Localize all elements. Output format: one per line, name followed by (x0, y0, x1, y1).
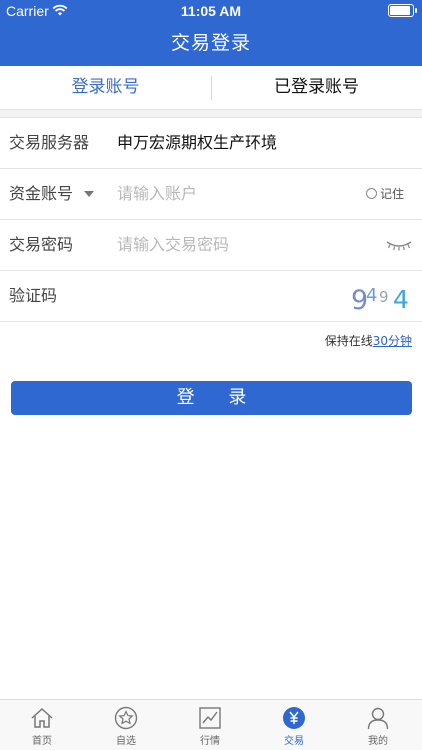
clock: 11:05 AM (180, 3, 242, 19)
captcha-label: 验证码 (9, 286, 58, 305)
account-label: 资金账号 (9, 184, 74, 203)
password-input[interactable] (117, 220, 337, 270)
tabbar-label-trade: 交易 (284, 736, 304, 747)
remember-label: 记住 (380, 187, 405, 201)
star-icon (114, 706, 138, 730)
tabbar-label-market: 行情 (200, 736, 220, 747)
keep-online-label: 保持在线 (324, 334, 373, 348)
tabbar-label-home: 首页 (32, 736, 52, 747)
keep-online: 保持在线30分钟 (325, 332, 412, 349)
status-bar: Carrier 11:05 AM (0, 0, 422, 22)
page-title: 交易登录 (170, 32, 251, 54)
keep-online-duration-link[interactable]: 30分钟 (373, 334, 412, 348)
svg-text:4: 4 (393, 285, 409, 314)
tabbar-item-watchlist[interactable]: 自选 (84, 700, 168, 750)
home-icon (31, 707, 53, 728)
captcha-row: 验证码 9 4 9 4 (0, 271, 422, 322)
tabbar-label-mine: 我的 (368, 736, 388, 747)
account-tabs: 登录账号 已登录账号 (0, 66, 422, 110)
chevron-down-icon[interactable] (84, 191, 94, 197)
server-row[interactable]: 交易服务器 申万宏源期权生产环境 (0, 118, 422, 169)
bottom-tabbar: 首页 自选 行情 交易 我的 (0, 699, 422, 750)
tabbar-item-mine[interactable]: 我的 (336, 700, 420, 750)
password-row: 交易密码 (0, 220, 422, 271)
tabbar-label-watchlist: 自选 (116, 736, 136, 747)
svg-text:4: 4 (366, 285, 377, 306)
captcha-image[interactable]: 9 4 9 4 (350, 277, 414, 317)
password-label: 交易密码 (9, 235, 74, 254)
account-row: 资金账号 记住 (0, 169, 422, 220)
account-input[interactable] (117, 169, 337, 219)
server-label: 交易服务器 (9, 133, 90, 152)
svg-text:9: 9 (379, 288, 389, 306)
section-gap (0, 110, 422, 118)
server-value: 申万宏源期权生产环境 (117, 133, 278, 152)
user-icon (367, 707, 389, 730)
battery-icon (388, 4, 417, 17)
radio-circle-icon (366, 188, 377, 199)
remember-toggle[interactable]: 记住 (366, 169, 404, 219)
header-bar: Carrier 11:05 AM 交易登录 (0, 0, 422, 66)
eye-closed-icon[interactable] (385, 238, 413, 252)
tabbar-item-home[interactable]: 首页 (0, 700, 84, 750)
tab-logged-accounts[interactable]: 已登录账号 (211, 66, 422, 110)
tabbar-item-trade[interactable]: 交易 (252, 700, 336, 750)
yuan-icon (283, 707, 305, 729)
login-button[interactable]: 登 录 (11, 381, 412, 415)
tabbar-item-market[interactable]: 行情 (168, 700, 252, 750)
tab-login-account[interactable]: 登录账号 (0, 66, 211, 110)
chart-icon (199, 707, 221, 729)
